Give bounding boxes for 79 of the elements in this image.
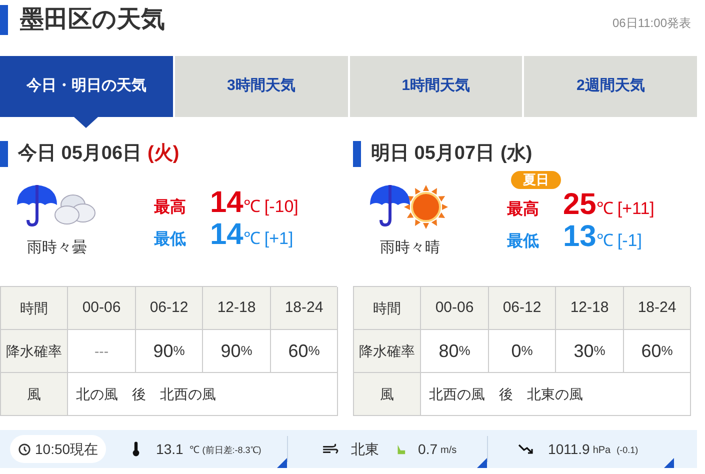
table-header-cell: 12-18 <box>556 287 624 330</box>
table-header-cell: 18-24 <box>624 287 691 330</box>
table-header-cell: 降水確率 <box>1 330 68 373</box>
wind-direction: 北東 <box>351 440 380 458</box>
temp-value: 13 <box>563 221 596 253</box>
temp-value: 25 <box>563 189 596 221</box>
wind-icon <box>322 442 340 456</box>
rain-value: 90 <box>220 340 241 362</box>
temp-unit: ℃ <box>596 230 614 252</box>
rain-value: 60 <box>641 340 662 362</box>
temp-value: 14 <box>210 187 244 219</box>
rain-value: 80 <box>438 340 459 362</box>
tab[interactable]: 2週間天気 <box>524 56 697 117</box>
wind-unit: m/s <box>440 444 457 458</box>
temp-unit: ℃ <box>243 197 260 218</box>
temp-diff: [-1] <box>617 230 642 252</box>
summer-day-badge: 夏日 <box>511 171 561 189</box>
table-header-cell: 時間 <box>354 287 421 330</box>
pressure-change: (-0.1) <box>616 444 638 457</box>
tab-pointer-icon <box>74 117 98 128</box>
rain-value: --- <box>94 342 108 360</box>
table-header-cell: 00-06 <box>68 287 136 330</box>
trend-down-icon <box>518 443 534 455</box>
rain-value: 30 <box>574 340 594 362</box>
temp-label: 最低 <box>154 230 187 250</box>
current-time: 10:50現在 <box>35 440 98 458</box>
temp-label: 最高 <box>507 199 540 220</box>
day-heading: 明日 05月07日 <box>371 142 495 166</box>
temp-diff: [+11] <box>617 198 654 220</box>
rain-unit: % <box>594 342 606 360</box>
weekday-label: (火) <box>148 142 180 166</box>
tab[interactable]: 3時間天気 <box>174 56 348 117</box>
rain-unit: % <box>240 342 252 360</box>
rain-unit: % <box>308 342 320 360</box>
accent-bar <box>353 141 361 167</box>
tab[interactable]: 1時間天気 <box>350 56 522 117</box>
corner-icon <box>664 458 674 468</box>
rain-value: 90 <box>153 340 174 362</box>
clock-icon <box>18 442 31 456</box>
temp-unit: ℃ <box>596 198 614 220</box>
table-header-cell: 12-18 <box>203 287 271 330</box>
wind-speed: 0.7 <box>418 440 438 458</box>
temp-unit: ℃ <box>189 444 200 458</box>
pressure-value: 1011.9 <box>548 440 590 458</box>
day-heading: 今日 05月06日 <box>18 142 142 166</box>
rain-unit: % <box>521 342 533 360</box>
temp-label: 最低 <box>507 232 540 252</box>
wind-direction-icon <box>395 444 406 454</box>
table-header-cell: 06-12 <box>489 287 556 330</box>
weekday-label: (水) <box>500 142 532 166</box>
table-header-cell: 18-24 <box>271 287 338 330</box>
pressure-unit: hPa <box>592 444 611 458</box>
table-header-cell: 時間 <box>1 287 68 330</box>
rain-unit: % <box>458 342 470 360</box>
page-title: 墨田区の天気 <box>20 5 165 35</box>
temp-diff: [-10] <box>264 196 298 218</box>
rain-value: 60 <box>288 340 308 362</box>
thermometer-icon <box>132 441 140 457</box>
temp-value: 14 <box>210 219 244 251</box>
temp-unit: ℃ <box>243 229 260 250</box>
accent-bar <box>0 141 8 167</box>
table-header-cell: 風 <box>1 373 68 416</box>
table-header-cell: 降水確率 <box>354 330 421 373</box>
rain-unit: % <box>173 342 185 360</box>
table-header-cell: 風 <box>354 373 421 416</box>
table-header-cell: 00-06 <box>421 287 489 330</box>
rain-value: 0 <box>511 340 522 362</box>
current-temp: 13.1 <box>156 440 184 458</box>
wind-cell: 北の風 後 北西の風 <box>68 373 338 416</box>
accent-bar <box>0 5 8 35</box>
temp-note: (前日差:-8.3℃) <box>202 444 262 457</box>
rain-unit: % <box>661 342 673 360</box>
wind-cell: 北西の風 後 北東の風 <box>421 373 691 416</box>
issued-time: 06日11:00発表 <box>612 15 691 32</box>
temp-label: 最高 <box>154 197 187 218</box>
weather-text: 雨時々曇 <box>27 238 87 258</box>
temp-diff: [+1] <box>264 228 294 250</box>
weather-text: 雨時々晴 <box>380 238 440 258</box>
table-header-cell: 06-12 <box>136 287 203 330</box>
